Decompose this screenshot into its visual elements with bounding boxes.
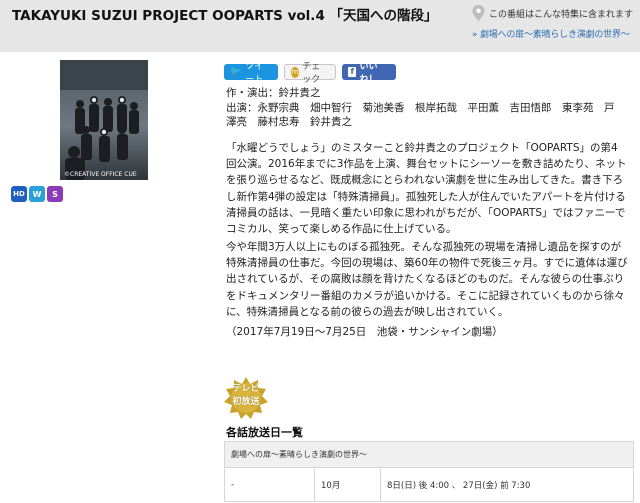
performance-dates: （2017年7月19日〜7月25日 池袋・サンシャイン劇場） — [226, 326, 503, 338]
feature-heading: この番組はこんな特集に含まれます — [472, 5, 640, 21]
check-label: チェック — [302, 62, 321, 85]
table-row: - 10月 8日(日) 後 4:00 、 27日(金) 前 7:30 — [224, 467, 634, 502]
poster-credit: ©CREATIVE OFFICE CUE — [64, 171, 137, 178]
w-badge: W — [29, 186, 45, 202]
program-credits: 作・演出：鈴井貴之 出演：永野宗典 畑中智行 菊池美香 根岸拓哉 平田薫 吉田悟… — [226, 86, 624, 130]
mixi-icon: m — [291, 66, 300, 78]
month-cell: 10月 — [314, 467, 381, 502]
director-credit: 作・演出：鈴井貴之 — [226, 87, 321, 99]
tweet-button[interactable]: 🐦 ツイート — [224, 62, 278, 85]
mixi-check-button[interactable]: m チェック — [284, 62, 336, 85]
description-paragraph-2: 今や年間3万人以上にものぼる孤独死。そんな孤独死の現場を清掃し遺品を探すのが特殊… — [226, 241, 628, 318]
schedule-header-label: 劇場への扉〜素晴らしき演劇の世界〜 — [224, 441, 634, 468]
s-badge: S — [47, 186, 63, 202]
map-pin-icon — [472, 5, 485, 21]
like-label: いいね！ — [359, 62, 378, 85]
tv-badge-line1: テレビ — [232, 384, 260, 394]
format-badges: HD W S — [11, 186, 63, 202]
facebook-icon: f — [348, 67, 357, 77]
program-poster: ©CREATIVE OFFICE CUE — [60, 60, 148, 180]
feature-box: この番組はこんな特集に含まれます » 劇場への扉〜素晴らしき演劇の世界〜 — [472, 5, 640, 40]
cast-credit: 出演：永野宗典 畑中智行 菊池美香 根岸拓哉 平田薫 吉田悟郎 東李苑 戸澤亮 … — [226, 101, 615, 129]
program-header: TAKAYUKI SUZUI PROJECT OOPARTS vol.4 「天国… — [0, 0, 640, 52]
hd-badge: HD — [11, 186, 27, 202]
poster-image — [60, 60, 148, 180]
schedule-table: 劇場への扉〜素晴らしき演劇の世界〜 - 10月 8日(日) 後 4:00 、 2… — [224, 441, 634, 502]
twitter-bird-icon: 🐦 — [230, 67, 242, 77]
social-buttons: 🐦 ツイート m チェック f いいね！ — [224, 62, 396, 85]
facebook-like-button[interactable]: f いいね！ — [342, 62, 396, 85]
tv-badge-text: テレビ 初放送 — [224, 383, 268, 409]
tv-badge-line2: 初放送 — [232, 397, 260, 407]
feature-heading-text: この番組はこんな特集に含まれます — [489, 9, 634, 20]
description-paragraph-1: 「水曜どうでしょう」のミスターこと鈴井貴之のプロジェクト「OOPARTS」の第4… — [226, 142, 627, 236]
tweet-label: ツイート — [245, 62, 264, 85]
schedule-table-header: 劇場への扉〜素晴らしき演劇の世界〜 — [224, 441, 634, 468]
schedule-title: 各話放送日一覧 — [226, 426, 303, 439]
program-title: TAKAYUKI SUZUI PROJECT OOPARTS vol.4 「天国… — [12, 8, 438, 24]
feature-link[interactable]: » 劇場への扉〜素晴らしき演劇の世界〜 — [472, 27, 640, 40]
episode-cell: - — [224, 467, 315, 502]
airtime-cell: 8日(日) 後 4:00 、 27日(金) 前 7:30 — [380, 467, 634, 502]
tv-premiere-badge: テレビ 初放送 — [224, 376, 268, 420]
